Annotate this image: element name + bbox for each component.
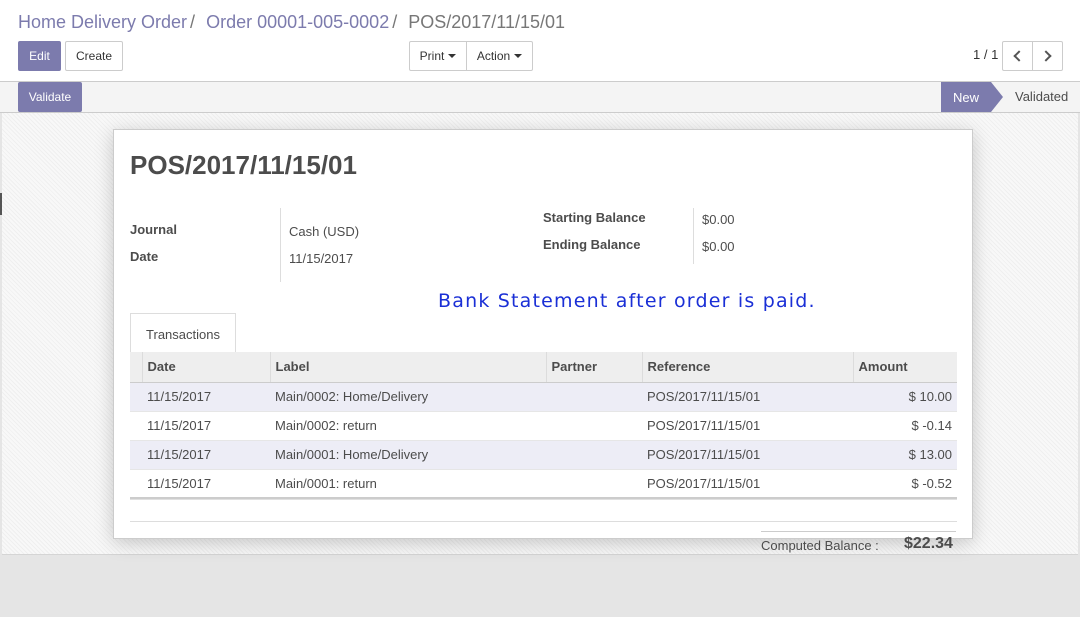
table-row[interactable]: 11/15/2017 Main/0001: return POS/2017/11… xyxy=(130,468,957,498)
form-sheet: POS/2017/11/15/01 Journal Date Cash (USD… xyxy=(113,129,973,539)
tab-transactions[interactable]: Transactions xyxy=(130,313,236,354)
pager-value[interactable]: 1 / 1 xyxy=(973,47,998,62)
table-row[interactable]: 11/15/2017 Main/0002: Home/Delivery POS/… xyxy=(130,381,957,411)
cell-reference: POS/2017/11/15/01 xyxy=(642,410,853,440)
table-row[interactable]: 11/15/2017 Main/0001: Home/Delivery POS/… xyxy=(130,439,957,469)
breadcrumb-current: POS/2017/11/15/01 xyxy=(408,12,566,32)
field-separator xyxy=(693,208,694,264)
cell-label: Main/0002: return xyxy=(270,410,546,440)
cell-partner xyxy=(546,468,642,498)
record-title: POS/2017/11/15/01 xyxy=(130,150,357,180)
pager-next-button[interactable] xyxy=(1032,41,1063,71)
row-handle-header xyxy=(130,352,142,383)
cell-reference: POS/2017/11/15/01 xyxy=(642,468,853,498)
breadcrumb-separator: / xyxy=(392,12,398,32)
edit-button-label: Edit xyxy=(29,49,50,63)
action-dropdown-label: Action xyxy=(476,49,511,63)
cell-partner xyxy=(546,381,642,411)
cell-amount: $ 10.00 xyxy=(853,381,957,411)
column-header-label[interactable]: Label xyxy=(269,352,546,383)
cell-label: Main/0001: Home/Delivery xyxy=(270,439,546,469)
create-button-label: Create xyxy=(75,49,113,63)
date-label: Date xyxy=(130,249,159,264)
caret-down-icon xyxy=(514,54,523,58)
breadcrumb-order[interactable]: Order 00001-005-0002 xyxy=(206,12,389,32)
stage-arrow xyxy=(991,82,1003,112)
cell-label: Main/0002: Home/Delivery xyxy=(270,381,546,411)
print-dropdown[interactable]: Print xyxy=(409,41,467,71)
cell-reference: POS/2017/11/15/01 xyxy=(642,439,853,469)
ending-balance-value: $0.00 xyxy=(702,239,735,254)
create-button[interactable]: Create xyxy=(65,41,123,71)
cell-amount: $ -0.14 xyxy=(853,410,957,440)
cell-reference: POS/2017/11/15/01 xyxy=(642,381,853,411)
action-dropdown[interactable]: Action xyxy=(466,41,533,71)
chevron-right-icon xyxy=(1040,50,1052,62)
chevron-left-icon xyxy=(1013,50,1025,62)
cell-amount: $ -0.52 xyxy=(853,468,957,498)
cell-date: 11/15/2017 xyxy=(142,468,270,498)
column-header-amount[interactable]: Amount xyxy=(852,352,957,383)
column-header-partner[interactable]: Partner xyxy=(545,352,642,383)
breadcrumb: Home Delivery Order / Order 00001-005-000… xyxy=(18,12,565,33)
starting-balance-value: $0.00 xyxy=(702,212,735,227)
validate-button-label: Validate xyxy=(28,90,72,104)
column-header-date[interactable]: Date xyxy=(141,352,270,383)
cell-amount: $ 13.00 xyxy=(853,439,957,469)
starting-balance-label: Starting Balance xyxy=(543,210,646,225)
date-value: 11/15/2017 xyxy=(289,251,354,266)
tab-transactions-label: Transactions xyxy=(146,326,220,342)
column-header-reference[interactable]: Reference xyxy=(641,352,853,383)
stage-validated[interactable]: Validated xyxy=(1015,89,1068,104)
breadcrumb-separator: / xyxy=(190,12,196,32)
breadcrumb-home-delivery-order[interactable]: Home Delivery Order xyxy=(18,12,187,32)
transactions-table: Date Label Partner Reference Amount 11/1… xyxy=(130,352,957,498)
field-separator xyxy=(280,208,281,282)
stage-new-label: New xyxy=(952,89,979,105)
table-header-row: Date Label Partner Reference Amount xyxy=(130,352,957,383)
validate-button[interactable]: Validate xyxy=(18,82,82,112)
cell-partner xyxy=(546,439,642,469)
table-footer xyxy=(130,497,957,500)
caret-down-icon xyxy=(448,54,457,58)
journal-value: Cash (USD) xyxy=(289,224,360,239)
cell-date: 11/15/2017 xyxy=(142,439,270,469)
edit-button[interactable]: Edit xyxy=(18,41,61,71)
cell-partner xyxy=(546,410,642,440)
pager-previous-button[interactable] xyxy=(1002,41,1033,71)
cell-date: 11/15/2017 xyxy=(142,381,270,411)
computed-balance-value: $22.34 xyxy=(904,535,953,552)
table-footer-divider xyxy=(130,521,957,522)
control-panel: Home Delivery Order / Order 00001-005-000… xyxy=(0,0,1080,82)
left-edge-marker xyxy=(0,193,2,215)
print-dropdown-label: Print xyxy=(419,49,445,63)
journal-label: Journal xyxy=(130,222,177,237)
ending-balance-label: Ending Balance xyxy=(543,237,641,252)
stage-new[interactable]: New xyxy=(941,82,991,112)
computed-balance-divider xyxy=(761,531,956,532)
cell-label: Main/0001: return xyxy=(270,468,546,498)
statusbar: Validate New Validated xyxy=(0,82,1080,113)
annotation-text: Bank Statement after order is paid. xyxy=(438,290,816,312)
computed-balance-label: Computed Balance : xyxy=(761,538,879,553)
cell-date: 11/15/2017 xyxy=(142,410,270,440)
table-row[interactable]: 11/15/2017 Main/0002: return POS/2017/11… xyxy=(130,410,957,440)
